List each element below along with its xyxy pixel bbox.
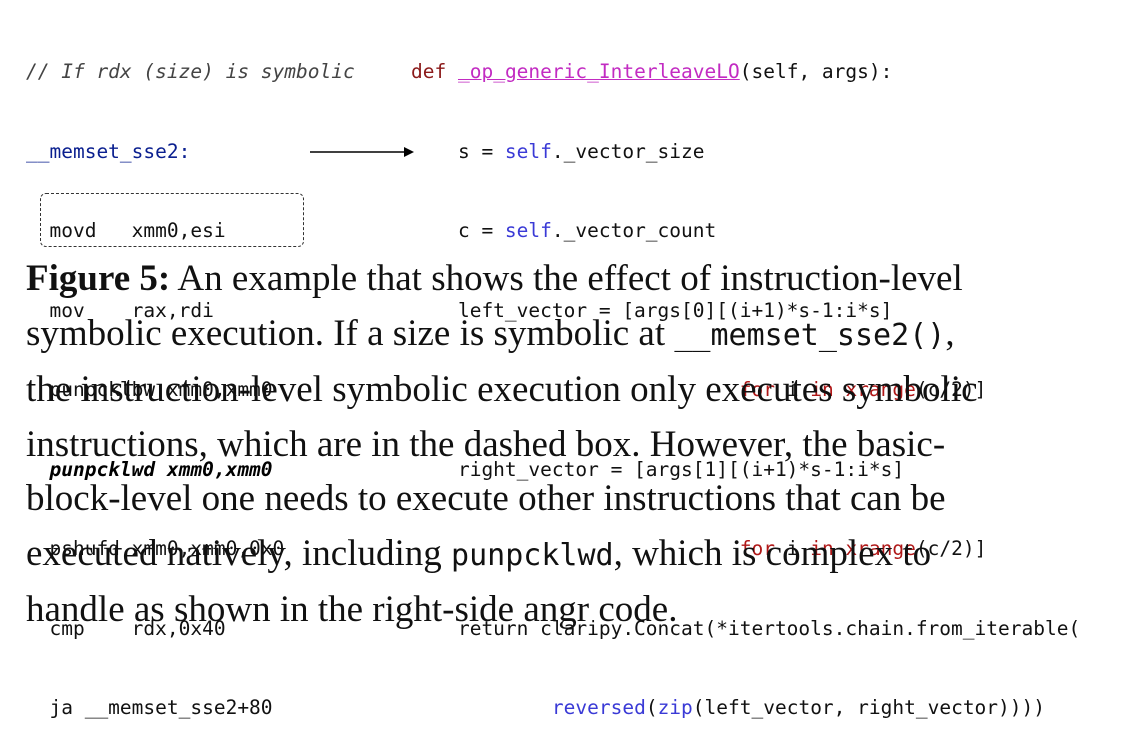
code-text: s = [411,139,505,163]
figure-label: Figure 5: [26,258,171,299]
arrow-right-icon [310,147,414,157]
caption-text: symbolic execution. If a size is symboli… [26,312,675,354]
caption-code: __memset_sse2() [674,317,946,353]
asm-boxed-line: ja __memset_sse2+80 [26,696,273,719]
caption-line: handle as shown in the right-side angr c… [26,589,678,630]
self-keyword: self [504,139,552,163]
code-text: ._vector_count [551,219,717,242]
caption-text: An example that shows the effect of inst… [170,258,963,299]
zip-builtin: zip [657,696,693,719]
def-keyword: def [411,60,447,83]
caption-line: the instruction-level symbolic execution… [26,369,978,410]
code-line: reversed(zip(left_vector, right_vector))… [411,695,1141,722]
caption-line: Figure 5: An example that shows the effe… [26,252,1136,307]
caption-line: instructions, which are in the dashed bo… [26,423,946,465]
function-name: _op_generic_InterleaveLO [457,60,740,83]
signature: (self, args): [739,60,893,83]
caption-line: block-level one needs to execute other i… [26,478,946,519]
code-text: ._vector_size [551,139,705,163]
figure-caption: Figure 5: An example that shows the effe… [26,252,1136,638]
caption-text: , [945,312,955,354]
code-line: c = self._vector_count [411,218,1141,245]
caption-code: punpcklwd [451,537,614,573]
caption-line: symbolic execution. If a size is symboli… [26,307,1136,364]
self-keyword: self [504,219,552,242]
symbolic-instructions-dashed-box [40,193,304,247]
code-line: s = self._vector_size [411,139,1141,166]
code-text: c = [411,219,505,242]
code-line-def: def _op_generic_InterleaveLO(self, args)… [411,59,1141,86]
caption-text: executed natively, including [26,532,452,574]
asm-comment: // If rdx (size) is symbolic [26,60,355,83]
caption-text: , which is complex to [613,532,932,574]
code-text: (left_vector, right_vector)))) [692,696,1045,719]
caption-line: executed natively, including punpcklwd, … [26,527,1136,584]
reversed-builtin: reversed [551,696,646,719]
